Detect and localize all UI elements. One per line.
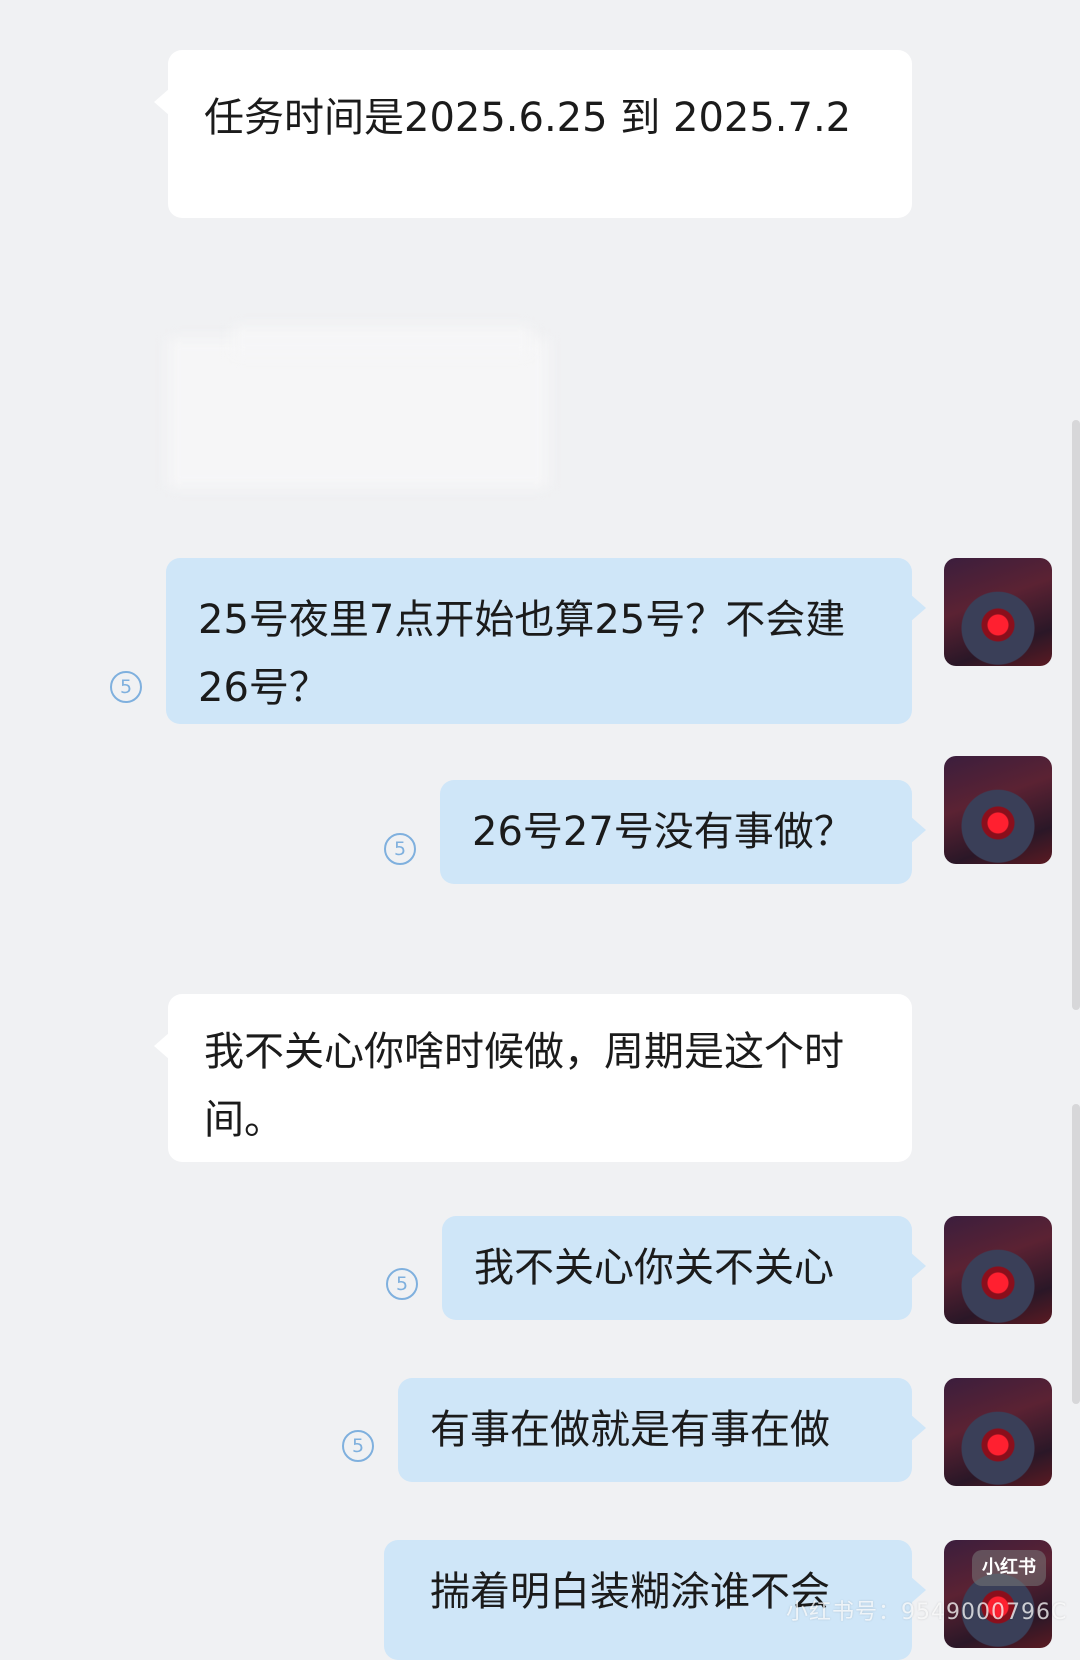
message-text: 我不关心你关不关心: [474, 1245, 834, 1291]
read-count-badge: 5: [384, 833, 416, 865]
message-bubble-incoming[interactable]: 我不关心你啥时候做，周期是这个时间。: [154, 994, 912, 1162]
read-count-badge: 5: [386, 1268, 418, 1300]
message-text: 我不关心你啥时候做，周期是这个时间。: [204, 1029, 844, 1143]
message-bubble-outgoing[interactable]: 25号夜里7点开始也算25号？不会建26号？: [166, 558, 926, 724]
read-count-badge: 5: [110, 671, 142, 703]
xiaohongshu-logo: 小红书: [972, 1550, 1046, 1586]
message-text: 25号夜里7点开始也算25号？不会建26号？: [198, 597, 846, 711]
message-bubble-outgoing[interactable]: 26号27号没有事做？: [440, 780, 926, 884]
scrollbar-lower[interactable]: [1072, 1104, 1080, 1404]
watermark-id: 小红书号：9549000796C: [786, 1600, 1068, 1625]
message-bubble-incoming[interactable]: 任务时间是2025.6.25 到 2025.7.2: [154, 50, 912, 218]
scrollbar[interactable]: [1072, 420, 1080, 1010]
read-count-badge: 5: [342, 1430, 374, 1462]
message-text: 有事在做就是有事在做: [430, 1407, 830, 1453]
message-text: 任务时间是2025.6.25 到 2025.7.2: [204, 95, 852, 141]
message-text: 揣着明白装糊涂谁不会: [430, 1569, 830, 1615]
avatar[interactable]: [944, 756, 1052, 864]
chat-thread[interactable]: 任务时间是2025.6.25 到 2025.7.2 5 25号夜里7点开始也算2…: [0, 0, 1080, 1660]
message-bubble-outgoing[interactable]: 有事在做就是有事在做: [398, 1378, 926, 1482]
message-bubble-outgoing[interactable]: 我不关心你关不关心: [442, 1216, 926, 1320]
avatar[interactable]: [944, 1216, 1052, 1324]
message-text: 26号27号没有事做？: [472, 809, 854, 855]
avatar[interactable]: [944, 558, 1052, 666]
avatar[interactable]: [944, 1378, 1052, 1486]
